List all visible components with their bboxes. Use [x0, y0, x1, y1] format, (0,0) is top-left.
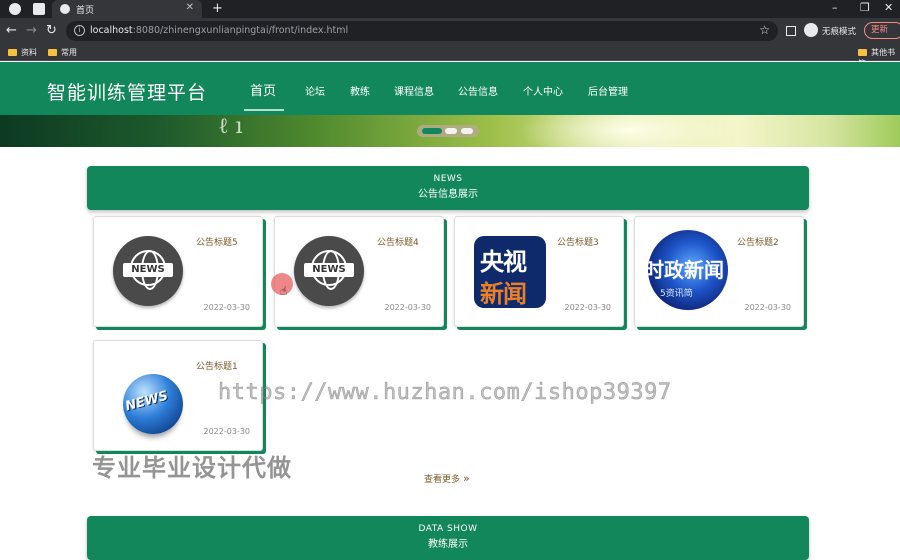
data-section-header: DATA SHOW 教练展示 — [87, 516, 809, 560]
news-card-title: 公告标题1 — [196, 362, 238, 372]
nav-notice[interactable]: 公告信息 — [458, 83, 498, 98]
news-card[interactable]: 时政新闻 5资讯简 公告标题2 2022-03-30 — [634, 216, 804, 327]
new-tab-button[interactable]: + — [212, 1, 223, 16]
site-logo[interactable]: 智能训练管理平台 — [47, 78, 207, 105]
news-card[interactable]: NEWS 公告标题5 2022-03-30 — [93, 216, 263, 327]
news-card-title: 公告标题4 — [377, 238, 419, 248]
globe-news-icon: NEWS — [113, 360, 183, 434]
url-input[interactable]: i localhost:8080/zhinengxunlianpingtai/f… — [66, 21, 778, 41]
nav-coach[interactable]: 教练 — [350, 83, 370, 98]
news-card-title: 公告标题5 — [196, 238, 238, 248]
news-badge-icon: NEWS — [113, 236, 183, 306]
news-card-date: 2022-03-30 — [384, 303, 432, 312]
site-info-icon[interactable]: i — [74, 25, 85, 36]
minimize-icon[interactable]: – — [832, 1, 838, 14]
tab-search-icon[interactable] — [33, 3, 45, 15]
nav-home[interactable]: 首页 — [250, 80, 276, 99]
section-title-en: DATA SHOW — [418, 524, 478, 534]
update-button[interactable]: 更新 — [864, 22, 900, 39]
nav-forum[interactable]: 论坛 — [305, 83, 325, 98]
carousel-pagination — [417, 125, 479, 137]
section-title-zh: 公告信息展示 — [418, 189, 478, 200]
close-icon[interactable]: ✕ — [186, 2, 194, 13]
carousel-dot-1[interactable] — [422, 128, 442, 134]
news-card-title: 公告标题2 — [737, 238, 779, 248]
bookmark-folder-changyong[interactable]: 常用 — [48, 47, 77, 58]
nav-admin[interactable]: 后台管理 — [588, 83, 628, 98]
news-card[interactable]: NEWS 公告标题4 2022-03-30 — [274, 216, 444, 327]
carousel-dot-3[interactable] — [461, 128, 473, 134]
site-header: 智能训练管理平台 首页 论坛 教练 课程信息 公告信息 个人中心 后台管理 — [0, 62, 900, 115]
bookmarks-bar: 资料 常用 其他书签 — [0, 44, 900, 68]
watermark-text: https://www.huzhan.com/ishop39397 — [218, 380, 672, 406]
side-panel-icon[interactable] — [786, 26, 796, 36]
banner-decoration: ℓ ı — [218, 115, 243, 139]
promo-overlay-text: 专业毕业设计代做 — [92, 454, 292, 482]
globe-icon — [60, 4, 70, 14]
news-card-date: 2022-03-30 — [203, 427, 251, 436]
cctv-news-logo: 央视 新闻 — [474, 236, 546, 308]
news-card-title: 公告标题3 — [557, 238, 599, 248]
banner-glow — [520, 115, 740, 147]
news-card-date: 2022-03-30 — [744, 303, 792, 312]
section-title-en: NEWS — [433, 174, 463, 184]
news-card-date: 2022-03-30 — [564, 303, 612, 312]
url-text: localhost:8080/zhinengxunlianpingtai/fro… — [90, 25, 349, 36]
folder-icon — [858, 49, 867, 56]
browser-tab-active[interactable]: 首页 ✕ — [52, 0, 202, 18]
nav-profile[interactable]: 个人中心 — [523, 83, 563, 98]
restore-icon[interactable]: ❐ — [860, 1, 870, 14]
news-card[interactable]: 央视 新闻 公告标题3 2022-03-30 — [454, 216, 624, 327]
browser-menu-icon[interactable] — [9, 3, 21, 15]
incognito-label: 无痕模式 — [822, 27, 857, 37]
double-chevron-right-icon: » — [463, 472, 470, 485]
back-icon[interactable]: ← — [6, 23, 17, 38]
forward-icon[interactable]: → — [26, 23, 37, 38]
bookmark-star-icon[interactable]: ☆ — [759, 23, 770, 37]
carousel-dot-2[interactable] — [445, 128, 457, 134]
bookmark-folder-ziliao[interactable]: 资料 — [8, 47, 37, 58]
folder-icon — [8, 49, 17, 56]
nav-course[interactable]: 课程信息 — [394, 83, 434, 98]
folder-icon — [48, 49, 57, 56]
browser-tab-strip: 首页 ✕ + – ❐ ✕ — [0, 0, 900, 18]
view-more-link[interactable]: 查看更多» — [424, 472, 470, 485]
section-title-zh: 教练展示 — [428, 539, 468, 550]
reload-icon[interactable]: ↻ — [46, 23, 57, 38]
news-badge-icon: NEWS — [294, 236, 364, 306]
cursor-pointer-icon: ☝ — [280, 284, 288, 298]
tab-title: 首页 — [76, 6, 95, 16]
shizheng-news-logo: 时政新闻 5资讯简 — [648, 230, 728, 310]
news-section-header: NEWS 公告信息展示 — [87, 166, 809, 210]
news-card-date: 2022-03-30 — [203, 303, 251, 312]
address-toolbar: ← → ↻ i localhost:8080/zhinengxunlianpin… — [0, 18, 900, 44]
window-close-icon[interactable]: ✕ — [884, 1, 893, 14]
incognito-icon — [804, 23, 818, 37]
nav-active-indicator — [244, 109, 284, 111]
